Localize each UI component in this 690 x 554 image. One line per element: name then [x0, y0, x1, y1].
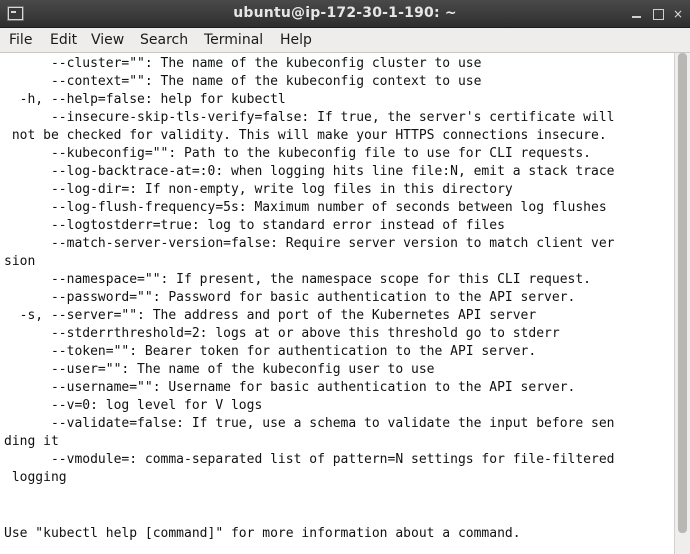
- terminal-line: sion: [4, 254, 36, 269]
- terminal-line: --log-dir=: If non-empty, write log file…: [4, 182, 513, 197]
- title-bar[interactable]: ubuntu@ip-172-30-1-190: ~ ×: [0, 0, 690, 28]
- terminal-line: Use "kubectl help [command]" for more in…: [4, 526, 521, 541]
- terminal-line: --v=0: log level for V logs: [4, 398, 263, 413]
- terminal-line: -h, --help=false: help for kubectl: [4, 92, 286, 107]
- terminal-line: --log-backtrace-at=:0: when logging hits…: [4, 164, 615, 179]
- close-icon[interactable]: ×: [669, 5, 687, 23]
- menu-file[interactable]: File: [9, 31, 32, 50]
- terminal-line: ding it: [4, 434, 59, 449]
- menu-edit[interactable]: Edit: [50, 31, 77, 50]
- terminal-line: --stderrthreshold=2: logs at or above th…: [4, 326, 560, 341]
- terminal-line: --logtostderr=true: log to standard erro…: [4, 218, 505, 233]
- window-title: ubuntu@ip-172-30-1-190: ~: [233, 5, 457, 21]
- terminal-line: --vmodule=: comma-separated list of patt…: [4, 452, 615, 467]
- terminal-line: --username="": Username for basic authen…: [4, 380, 576, 395]
- terminal-line: not be checked for validity. This will m…: [4, 128, 607, 143]
- scrollbar-thumb[interactable]: [678, 53, 687, 533]
- terminal-line: --validate=false: If true, use a schema …: [4, 416, 615, 431]
- terminal-line: --log-flush-frequency=5s: Maximum number…: [4, 200, 607, 215]
- minimize-icon[interactable]: [628, 5, 646, 23]
- terminal-line: --context="": The name of the kubeconfig…: [4, 74, 482, 89]
- terminal-line: logging: [4, 470, 67, 485]
- terminal-line: --match-server-version=false: Require se…: [4, 236, 615, 251]
- menu-search[interactable]: Search: [140, 31, 188, 50]
- menu-bar: File Edit View Search Terminal Help: [0, 28, 690, 53]
- maximize-icon[interactable]: [649, 5, 667, 23]
- vertical-scrollbar[interactable]: [674, 53, 690, 554]
- terminal-line: --password="": Password for basic authen…: [4, 290, 576, 305]
- terminal-line: --namespace="": If present, the namespac…: [4, 272, 591, 287]
- terminal-line: --kubeconfig="": Path to the kubeconfig …: [4, 146, 591, 161]
- terminal-output[interactable]: --cluster="": The name of the kubeconfig…: [0, 53, 674, 554]
- terminal-line: --insecure-skip-tls-verify=false: If tru…: [4, 110, 615, 125]
- terminal-line: --cluster="": The name of the kubeconfig…: [4, 56, 482, 71]
- terminal-line: -s, --server="": The address and port of…: [4, 308, 537, 323]
- terminal-line: --token="": Bearer token for authenticat…: [4, 344, 537, 359]
- terminal-window: ubuntu@ip-172-30-1-190: ~ × File Edit Vi…: [0, 0, 690, 554]
- menu-terminal[interactable]: Terminal: [204, 31, 263, 50]
- terminal-line: --user="": The name of the kubeconfig us…: [4, 362, 435, 377]
- menu-help[interactable]: Help: [280, 31, 312, 50]
- menu-view[interactable]: View: [91, 31, 124, 50]
